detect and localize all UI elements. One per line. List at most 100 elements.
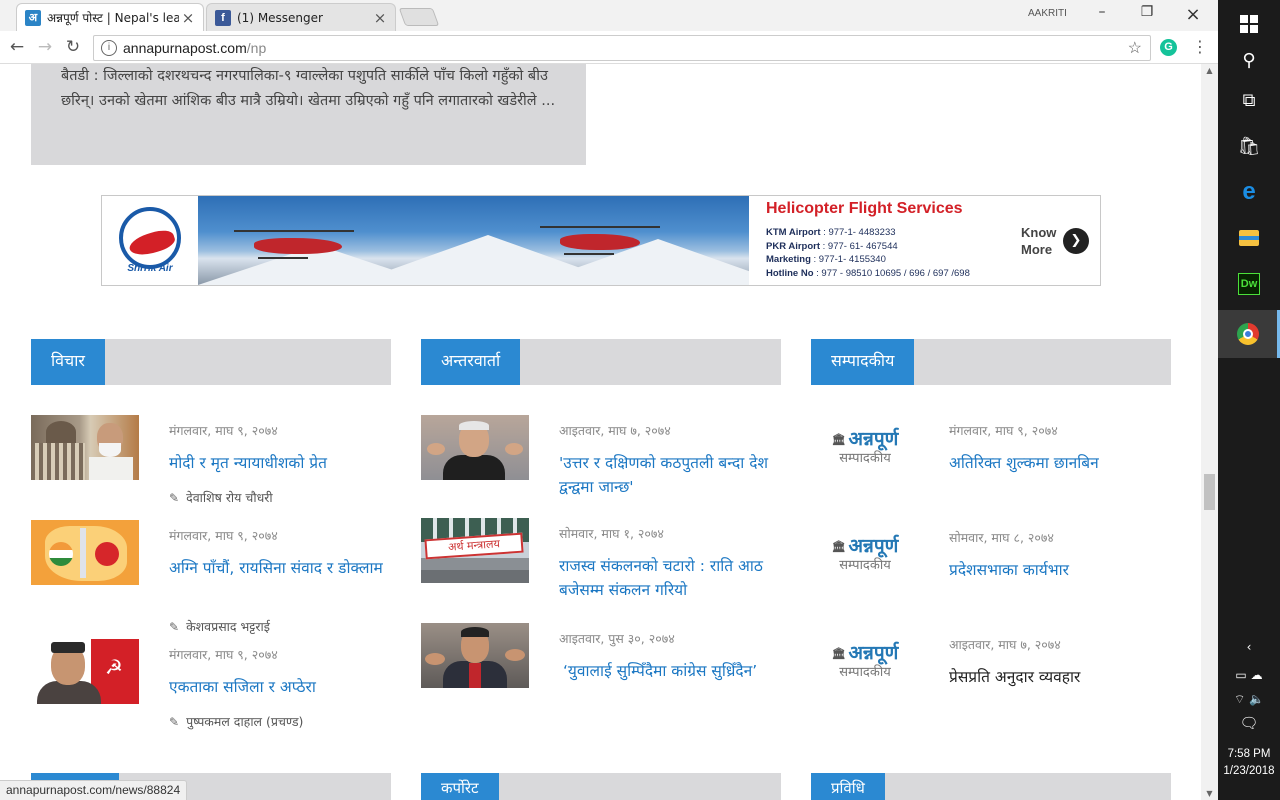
article-date: सोमवार, माघ ८, २०७४ <box>949 530 1054 545</box>
grammarly-extension-icon[interactable]: G <box>1160 39 1177 56</box>
bank-icon: 🏛 <box>831 646 846 660</box>
status-url: annapurnapost.com/news/88824 <box>0 780 188 800</box>
article-date: मंगलवार, माघ ९, २०७४ <box>169 423 278 438</box>
section-sampadakiya: सम्पादकीय 🏛 अन्नपूर्ण सम्पादकीय मंगलवार, … <box>811 339 1171 694</box>
editorial-logo-title-row: 🏛 अन्नपूर्ण <box>832 642 899 665</box>
page-scrollbar[interactable]: ▲ ▼ <box>1201 64 1218 800</box>
article-thumbnail[interactable] <box>31 415 139 480</box>
editorial-logo-title: अन्नपूर्ण <box>848 642 899 665</box>
tab-title: अन्नपूर्ण पोस्ट | Nepal's lea <box>47 11 179 25</box>
bank-icon: 🏛 <box>831 432 846 446</box>
article-headline[interactable]: अतिरिक्त शुल्कमा छानबिन <box>949 451 1171 475</box>
know-more-line2: More <box>1021 242 1053 257</box>
editorial-logo[interactable]: 🏛 अन्नपूर्ण सम्पादकीय <box>811 522 919 587</box>
back-icon[interactable]: ← <box>5 36 29 60</box>
editorial-logo-sub: सम्पादकीय <box>839 450 891 466</box>
article-date: सोमवार, माघ १, २०७४ <box>559 526 664 541</box>
chrome-icon[interactable] <box>1218 310 1280 358</box>
scroll-up-arrow-icon[interactable]: ▲ <box>1201 66 1218 75</box>
tab-messenger[interactable]: f (1) Messenger × <box>206 3 396 31</box>
article-thumbnail[interactable] <box>31 520 139 585</box>
close-icon[interactable]: × <box>371 9 389 27</box>
page-viewport: बैतडी : जिल्लाको दशरथचन्द नगरपालिका-९ ग्… <box>0 64 1201 800</box>
editorial-logo[interactable]: 🏛 अन्नपूर्ण सम्पादकीय <box>811 629 919 694</box>
window-close-button[interactable]: × <box>1173 4 1213 26</box>
editorial-logo[interactable]: 🏛 अन्नपूर्ण सम्पादकीय <box>811 415 919 480</box>
ad-line-value: : 977 - 98510 10695 / 696 / 697 /698 <box>813 267 970 279</box>
section-title[interactable]: कर्पोरेट <box>421 773 499 800</box>
ad-line-label: Hotline No <box>766 267 814 279</box>
section-title[interactable]: प्रविधि <box>811 773 885 800</box>
url-host: annapurnapost.com <box>123 40 247 56</box>
section-header: सम्पादकीय <box>811 339 1171 385</box>
editorial-logo-title-row: 🏛 अन्नपूर्ण <box>832 535 899 558</box>
article-headline[interactable]: प्रदेशसभाका कार्यभार <box>949 558 1171 582</box>
article-headline[interactable]: अग्नि पाँचौं, रायसिना संवाद र डोक्लाम <box>169 556 391 580</box>
pencil-icon: ✎ <box>169 715 180 729</box>
annapurna-favicon-icon: अ <box>25 9 41 26</box>
menu-dots-icon[interactable]: ⋮ <box>1192 37 1208 56</box>
article-excerpt[interactable]: बैतडी : जिल्लाको दशरथचन्द नगरपालिका-९ ग्… <box>31 64 586 165</box>
chevron-up-icon[interactable]: ‹ <box>1218 640 1280 654</box>
article-headline[interactable]: मोदी र मृत न्यायाधीशको प्रेत <box>169 451 391 475</box>
section-technology: प्रविधि <box>811 773 1171 800</box>
article-date: आइतवार, पुस ३०, २०७४ <box>559 631 675 646</box>
browser-titlebar: अ अन्नपूर्ण पोस्ट | Nepal's lea × f (1) … <box>0 0 1218 31</box>
section-header: विचार <box>31 339 391 385</box>
section-header: कर्पोरेट <box>421 773 781 800</box>
article-thumbnail[interactable]: अर्थ मन्त्रालय <box>421 518 529 583</box>
bank-icon: 🏛 <box>831 539 846 553</box>
ad-line: Hotline No : 977 - 98510 10695 / 696 / 6… <box>766 267 1100 281</box>
clock-time: 7:58 PM <box>1227 748 1271 760</box>
profile-name[interactable]: AAKRITI <box>1028 8 1067 19</box>
ad-info-panel: Helicopter Flight Services KTM Airport :… <box>749 196 1100 285</box>
close-icon[interactable]: × <box>179 9 197 27</box>
reload-icon[interactable]: ↻ <box>61 36 85 60</box>
wifi-volume-icon[interactable]: ⌔ 🔈 <box>1218 692 1280 707</box>
helicopter-shape <box>540 226 660 255</box>
address-bar[interactable]: i annapurnapost.com/np ☆ <box>93 35 1151 61</box>
helicopter-ad-banner[interactable]: Shrrik Air Helicopter Flight Services KT… <box>101 195 1101 286</box>
task-view-icon[interactable]: ⧉ <box>1218 76 1280 124</box>
ad-line-label: PKR Airport <box>766 240 821 252</box>
scroll-down-arrow-icon[interactable]: ▼ <box>1201 789 1218 798</box>
article-headline[interactable]: राजस्व संकलनको चटारो : राति आठ बजेसम्म स… <box>559 554 781 602</box>
article-headline[interactable]: ‘युवालाई सुम्पिँदैमा कांग्रेस सुध्रिँदैन… <box>563 659 785 683</box>
article-thumbnail[interactable] <box>421 623 529 688</box>
dreamweaver-icon[interactable]: Dw <box>1218 260 1280 308</box>
notification-icon[interactable]: 🗨 <box>1218 714 1280 732</box>
file-explorer-icon[interactable] <box>1218 214 1280 262</box>
section-bichar: विचार मंगलवार, माघ ९, २०७४ मोदी र मृत न्… <box>31 339 391 729</box>
edge-icon[interactable]: e <box>1218 168 1280 216</box>
logo-swoosh <box>127 226 177 260</box>
article-headline[interactable]: एकताका सजिला र अप्ठेरा <box>169 675 391 699</box>
ad-line-value: : 977-1- 4155340 <box>810 254 886 265</box>
restore-button[interactable]: ❐ <box>1127 4 1167 26</box>
section-title[interactable]: अन्तरवार्ता <box>421 339 521 385</box>
pencil-icon: ✎ <box>169 620 180 634</box>
section-title[interactable]: सम्पादकीय <box>811 339 915 385</box>
tab-annapurna[interactable]: अ अन्नपूर्ण पोस्ट | Nepal's lea × <box>16 3 204 31</box>
article-headline[interactable]: 'उत्तर र दक्षिणको कठपुतली बन्दा देश द्वन… <box>559 451 781 499</box>
article-date: आइतवार, माघ ७, २०७४ <box>949 637 1061 652</box>
shree-air-logo: Shrrik Air <box>102 196 198 285</box>
section-antarwarta: अन्तरवार्ता आइतवार, माघ ७, २०७४ 'उत्तर र… <box>421 339 781 688</box>
article-thumbnail[interactable]: ☭ <box>31 639 139 704</box>
browser-toolbar: ← → ↻ i annapurnapost.com/np ☆ G ⋮ <box>0 31 1218 64</box>
scroll-thumb[interactable] <box>1204 474 1215 510</box>
store-icon[interactable]: 🛍 <box>1218 122 1280 170</box>
taskbar-clock[interactable]: 7:58 PM 1/23/2018 <box>1218 746 1280 780</box>
know-more-link[interactable]: Know More <box>1021 224 1056 258</box>
new-tab-button[interactable] <box>398 8 440 26</box>
ad-line-value: : 977-1- 4483233 <box>820 227 896 238</box>
arrow-right-icon[interactable]: ❯ <box>1063 228 1089 254</box>
minimize-button[interactable]: – <box>1082 4 1122 26</box>
info-icon[interactable]: i <box>101 40 117 56</box>
section-title[interactable]: विचार <box>31 339 105 385</box>
battery-icon[interactable]: ▭ ☁ <box>1218 668 1280 682</box>
article-author: ✎ केशवप्रसाद भट्टराई <box>169 618 270 635</box>
bookmark-star-icon[interactable]: ☆ <box>1128 38 1142 58</box>
article-thumbnail[interactable] <box>421 415 529 480</box>
forward-icon[interactable]: → <box>33 36 57 60</box>
article-headline[interactable]: प्रेसप्रति अनुदार व्यवहार <box>949 665 1171 689</box>
